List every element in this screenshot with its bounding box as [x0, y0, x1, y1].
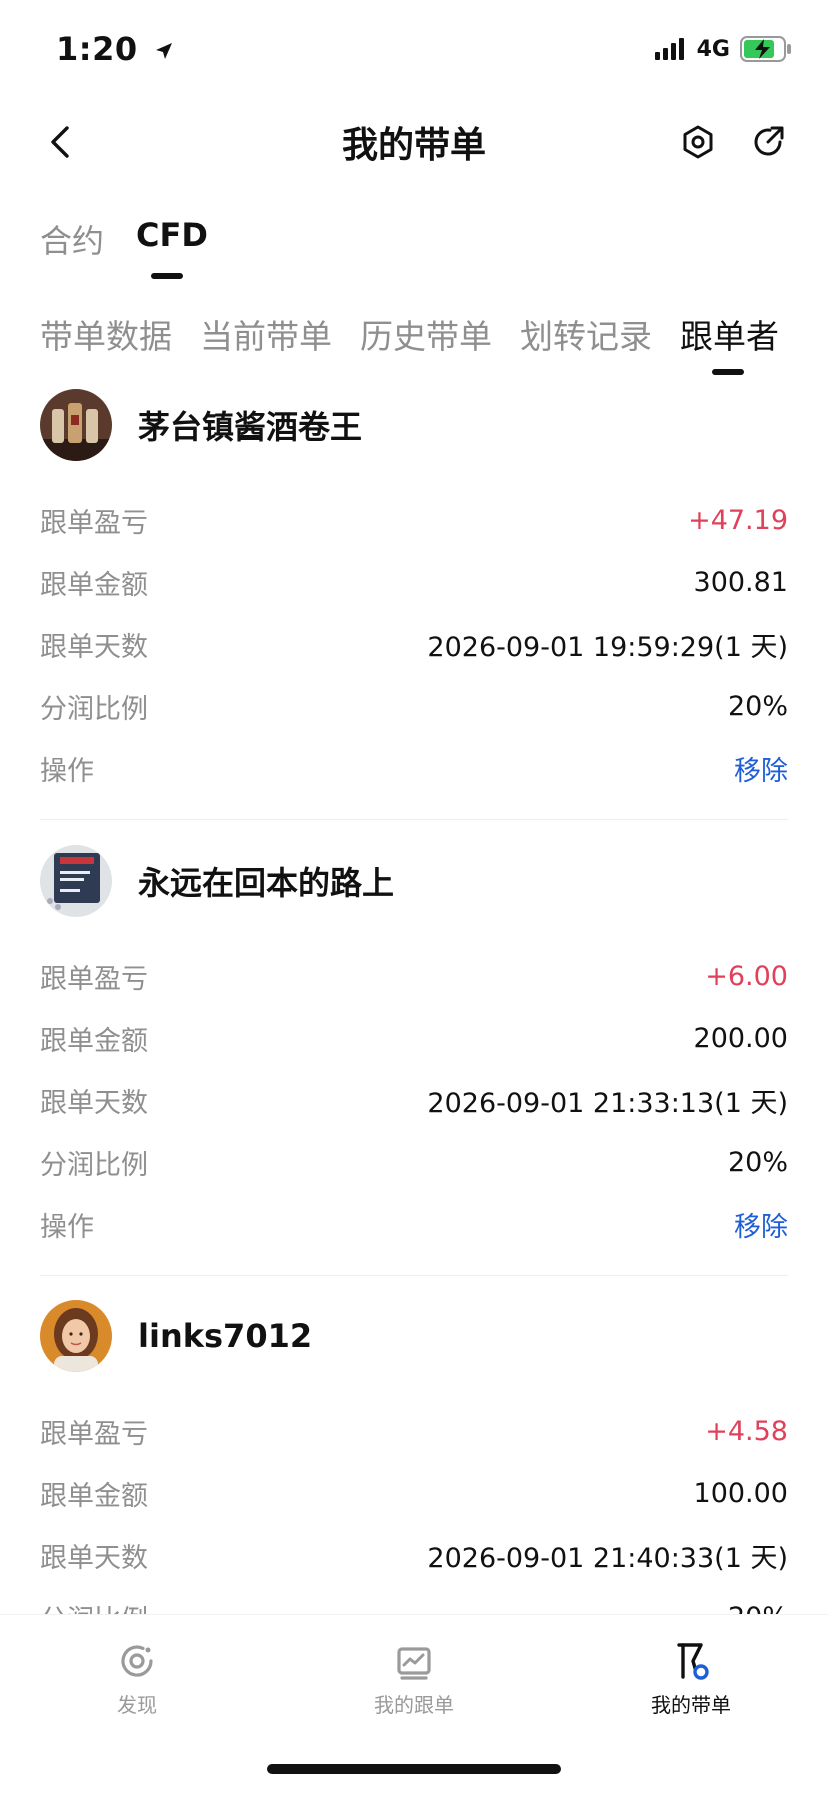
nav-my-leading-label: 我的带单 — [651, 1693, 731, 1717]
days-value: 2026-09-01 21:40:33(1 天) — [427, 1542, 788, 1574]
top-tab-indicator — [151, 273, 183, 279]
tab-cfd[interactable]: CFD — [136, 216, 208, 254]
pnl-value: +4.58 — [705, 1415, 788, 1447]
action-label: 操作 — [40, 755, 94, 787]
woman-portrait-avatar[interactable] — [40, 1300, 112, 1372]
follower-card: links7012 跟单盈亏 +4.58 跟单金额 100.00 跟单天数 20… — [40, 1298, 788, 1648]
settings-button[interactable] — [674, 118, 722, 166]
days-row: 跟单天数 2026-09-01 21:40:33(1 天) — [40, 1524, 788, 1586]
amount-value: 200.00 — [693, 1022, 788, 1054]
amount-value: 300.81 — [693, 566, 788, 598]
days-row: 跟单天数 2026-09-01 19:59:29(1 天) — [40, 613, 788, 675]
share-button[interactable] — [744, 118, 792, 166]
discover-icon — [121, 1645, 153, 1677]
pnl-row: 跟单盈亏 +4.58 — [40, 1400, 788, 1462]
share-value: 20% — [727, 1146, 788, 1178]
action-row: 操作 移除 — [40, 1193, 788, 1255]
status-time: 1:20 — [56, 30, 175, 68]
flag-icon — [677, 1643, 709, 1680]
hexagon-settings-icon — [683, 125, 713, 159]
liquor-bottles-avatar[interactable] — [40, 389, 112, 461]
nav-discover-label: 发现 — [117, 1693, 157, 1717]
follower-name: links7012 — [138, 1317, 313, 1355]
follower-card: 永远在回本的路上 跟单盈亏 +6.00 跟单金额 200.00 跟单天数 202… — [40, 843, 788, 1276]
days-label: 跟单天数 — [40, 631, 148, 663]
sub-tab-indicator — [712, 369, 744, 375]
days-label: 跟单天数 — [40, 1542, 148, 1574]
remove-button[interactable]: 移除 — [734, 749, 788, 788]
home-indicator — [267, 1764, 561, 1774]
tab-history-leading[interactable]: 历史带单 — [360, 310, 492, 358]
tab-contract[interactable]: 合约 — [40, 216, 104, 262]
amount-label: 跟单金额 — [40, 1025, 148, 1057]
pnl-label: 跟单盈亏 — [40, 1418, 148, 1450]
amount-label: 跟单金额 — [40, 1480, 148, 1512]
share-label: 分润比例 — [40, 1149, 148, 1181]
days-label: 跟单天数 — [40, 1087, 148, 1119]
pnl-row: 跟单盈亏 +47.19 — [40, 489, 788, 551]
share-row: 分润比例 20% — [40, 675, 788, 737]
pnl-row: 跟单盈亏 +6.00 — [40, 945, 788, 1007]
tab-followers[interactable]: 跟单者 — [680, 310, 779, 358]
chart-board-icon — [397, 1647, 431, 1680]
nav-my-following[interactable]: 我的跟单 — [334, 1639, 494, 1718]
amount-label: 跟单金额 — [40, 569, 148, 601]
action-label: 操作 — [40, 1211, 94, 1243]
days-row: 跟单天数 2026-09-01 21:33:13(1 天) — [40, 1069, 788, 1131]
pnl-value: +47.19 — [688, 504, 788, 536]
signal-icon — [654, 38, 684, 60]
nav-my-following-label: 我的跟单 — [374, 1693, 454, 1717]
tab-transfer-records[interactable]: 划转记录 — [520, 310, 652, 358]
amount-value: 100.00 — [693, 1477, 788, 1509]
remove-button[interactable]: 移除 — [734, 1205, 788, 1244]
location-arrow-icon — [156, 43, 173, 59]
action-row: 操作 移除 — [40, 737, 788, 799]
amount-row: 跟单金额 300.81 — [40, 551, 788, 613]
nav-discover[interactable]: 发现 — [57, 1639, 217, 1718]
share-label: 分润比例 — [40, 693, 148, 725]
tab-current-leading[interactable]: 当前带单 — [200, 310, 332, 358]
pnl-label: 跟单盈亏 — [40, 963, 148, 995]
pnl-label: 跟单盈亏 — [40, 507, 148, 539]
tab-leading-data[interactable]: 带单数据 — [40, 310, 172, 358]
amount-row: 跟单金额 200.00 — [40, 1007, 788, 1069]
share-row: 分润比例 20% — [40, 1131, 788, 1193]
nav-my-leading[interactable]: 我的带单 — [611, 1639, 771, 1718]
share-value: 20% — [727, 690, 788, 722]
pnl-value: +6.00 — [705, 960, 788, 992]
divider — [40, 1275, 788, 1276]
days-value: 2026-09-01 19:59:29(1 天) — [427, 631, 788, 663]
status-indicators: 4G — [654, 36, 792, 62]
share-icon — [754, 126, 784, 156]
follower-card: 茅台镇酱酒卷王 跟单盈亏 +47.19 跟单金额 300.81 跟单天数 202… — [40, 387, 788, 820]
network-label: 4G — [696, 36, 730, 62]
days-value: 2026-09-01 21:33:13(1 天) — [427, 1087, 788, 1119]
follower-name: 茅台镇酱酒卷王 — [138, 408, 363, 446]
product-box-avatar[interactable] — [40, 845, 112, 917]
amount-row: 跟单金额 100.00 — [40, 1462, 788, 1524]
divider — [40, 819, 788, 820]
battery-icon — [740, 36, 791, 62]
follower-name: 永远在回本的路上 — [138, 864, 395, 902]
